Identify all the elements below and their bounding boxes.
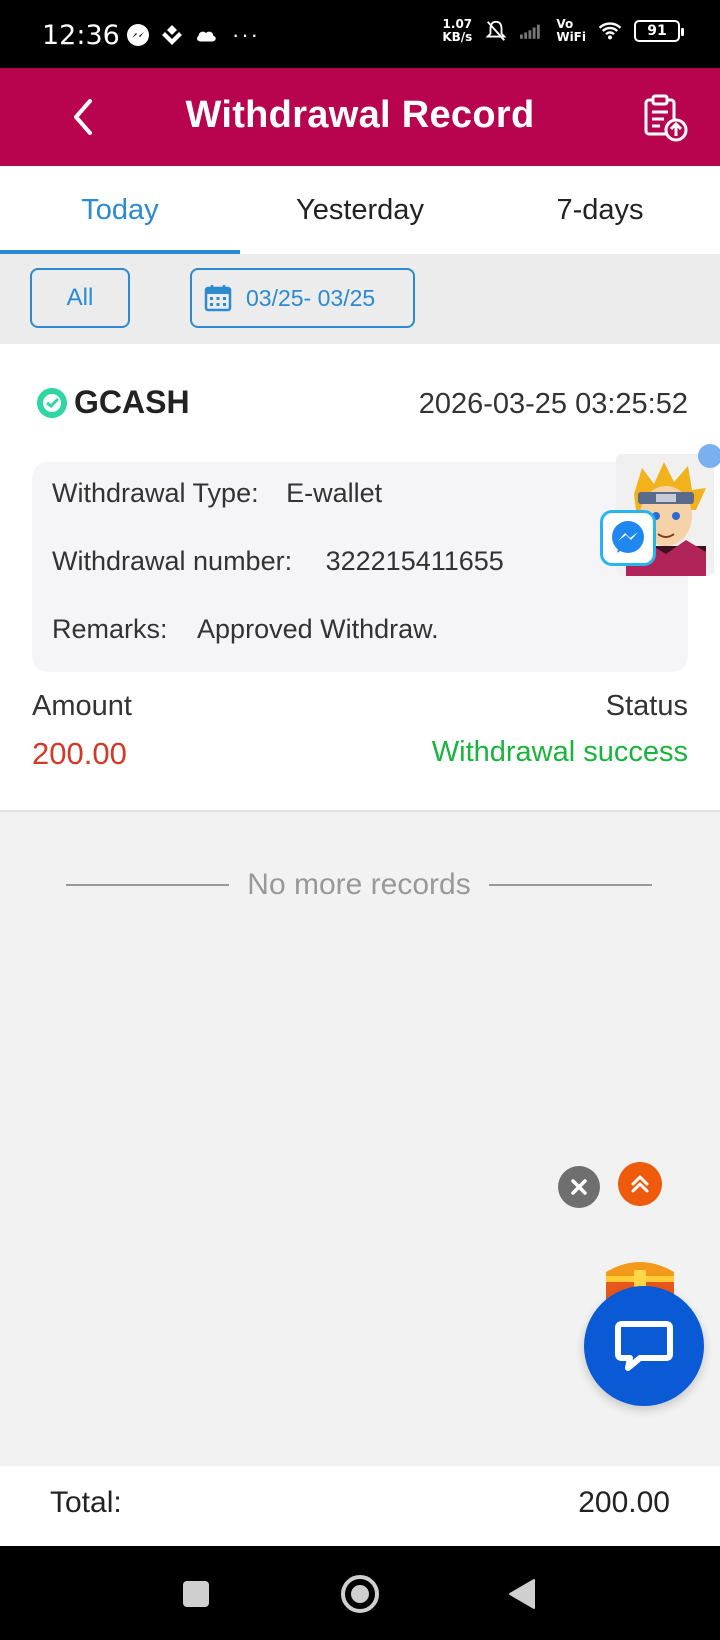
system-indicators: 1.07 KB/s Vo WiFi 91: [442, 17, 684, 44]
date-range-text: 03/25- 03/25: [246, 284, 376, 311]
back-nav-button[interactable]: [500, 1572, 544, 1616]
triangle-back-icon: [509, 1579, 535, 1609]
total-value: 200.00: [578, 1486, 670, 1519]
close-floating-button[interactable]: [558, 1166, 600, 1208]
more-notifications-icon: ···: [232, 22, 260, 47]
status-label: Status: [605, 690, 688, 722]
close-icon: [571, 1179, 587, 1195]
status-value: Withdrawal success: [431, 736, 688, 768]
scroll-top-button[interactable]: [618, 1162, 662, 1206]
withdrawal-number-value: 322215411655: [325, 546, 504, 576]
record-upload-button[interactable]: [640, 92, 692, 144]
notification-dot: [698, 444, 720, 468]
messenger-notification-icon: [126, 23, 150, 47]
cloud-icon: [194, 23, 218, 47]
app-notification-icon: [160, 23, 184, 47]
no-more-records-text: No more records: [247, 868, 471, 901]
withdrawal-number-row: Withdrawal number: 322215411655: [52, 546, 504, 577]
withdrawal-number-label: Withdrawal number:: [52, 546, 293, 576]
recents-button[interactable]: [174, 1572, 218, 1616]
network-speed: 1.07 KB/s: [442, 17, 473, 44]
payment-method-name: GCASH: [74, 384, 190, 420]
tab-yesterday[interactable]: Yesterday: [240, 166, 480, 254]
system-nav-bar: [0, 1546, 720, 1640]
home-button[interactable]: [338, 1572, 382, 1616]
filter-bar: All 03/25- 03/25: [0, 254, 720, 344]
divider: [66, 884, 230, 886]
gcash-logo-icon: [37, 387, 67, 418]
withdrawal-type-row: Withdrawal Type: E-wallet: [52, 478, 382, 509]
signal-icon: [520, 19, 544, 43]
amount-label: Amount: [32, 690, 132, 722]
bell-muted-icon: [484, 19, 508, 43]
messenger-button[interactable]: [600, 510, 656, 566]
notification-icons: ···: [126, 22, 260, 48]
filter-all-button[interactable]: All: [30, 268, 130, 328]
tab-today[interactable]: Today: [0, 166, 240, 254]
tab-7-days[interactable]: 7-days: [480, 166, 720, 254]
list-end-indicator: No more records: [66, 868, 652, 902]
page-title: Withdrawal Record: [185, 94, 535, 136]
date-tabs: Today Yesterday 7-days: [0, 166, 720, 254]
record-datetime: 2026-03-25 03:25:52: [418, 388, 688, 420]
withdrawal-type-label: Withdrawal Type:: [52, 478, 259, 508]
divider: [488, 884, 652, 886]
withdrawal-record-card[interactable]: GCASH 2026-03-25 03:25:52 Withdrawal Typ…: [0, 344, 720, 812]
calendar-icon: [204, 285, 232, 312]
date-range-button[interactable]: 03/25- 03/25: [190, 268, 415, 328]
remarks-value: Approved Withdraw.: [197, 614, 439, 644]
amount-value: 200.00: [32, 736, 127, 771]
payment-method: GCASH: [36, 384, 190, 421]
status-bar: 12:36 ··· 1.07 KB/s Vo WiFi 91: [0, 0, 720, 68]
total-bar: Total: 200.00: [0, 1466, 720, 1546]
status-time: 12:36: [42, 20, 120, 51]
battery-indicator: 91: [634, 20, 684, 42]
live-chat-button[interactable]: [584, 1286, 704, 1406]
circle-home-icon: [341, 1575, 379, 1613]
square-icon: [183, 1581, 209, 1607]
clipboard-upload-icon: [644, 94, 688, 142]
total-label: Total:: [50, 1486, 122, 1519]
record-details: Withdrawal Type: E-wallet Withdrawal num…: [32, 462, 688, 672]
vowifi-indicator: Vo WiFi: [556, 17, 586, 44]
double-chevron-up-icon: [631, 1175, 649, 1193]
wifi-icon: [598, 19, 622, 43]
remarks-label: Remarks:: [52, 614, 168, 644]
withdrawal-type-value: E-wallet: [286, 478, 383, 508]
remarks-row: Remarks: Approved Withdraw.: [52, 614, 439, 645]
messenger-icon: [612, 521, 644, 553]
chat-bubble-icon: [615, 1321, 673, 1371]
app-header: Withdrawal Record: [0, 68, 720, 166]
